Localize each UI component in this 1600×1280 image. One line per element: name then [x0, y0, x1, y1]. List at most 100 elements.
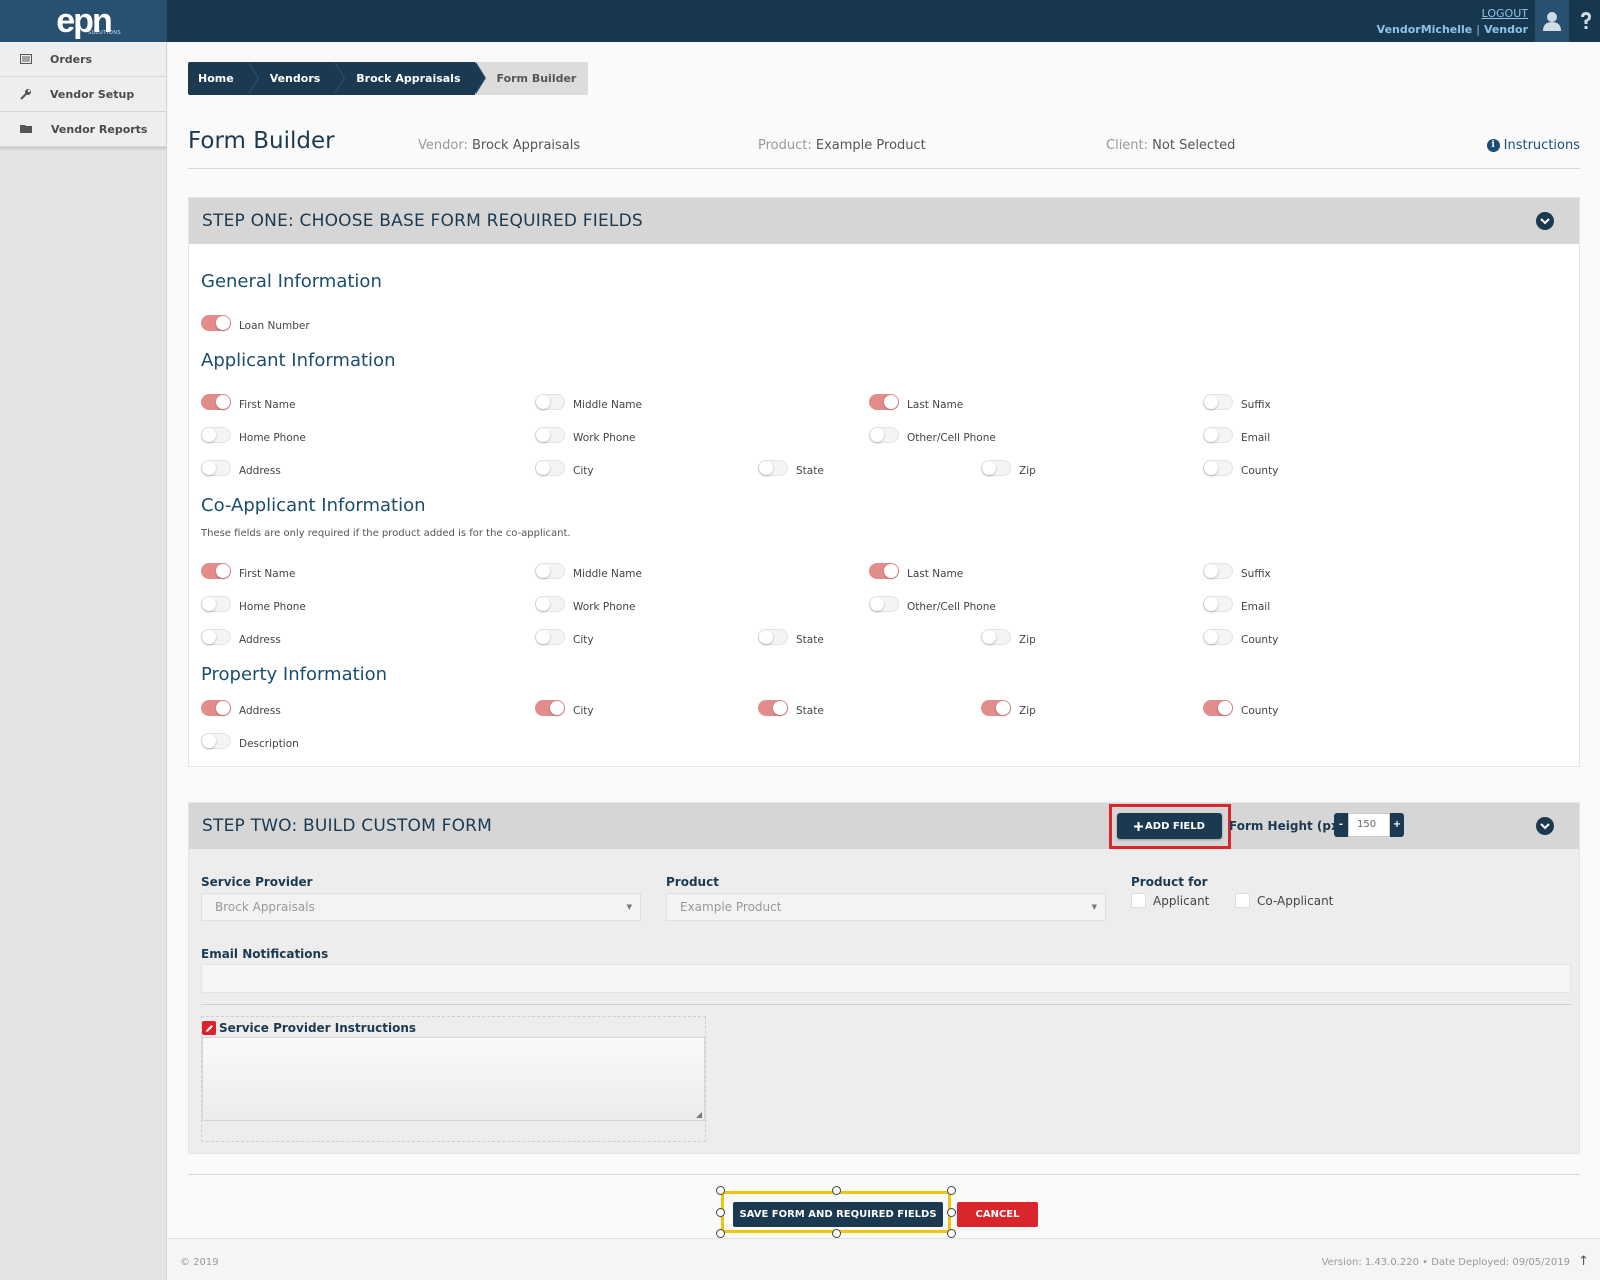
help-button[interactable]: [1571, 0, 1600, 42]
toggle-first-name[interactable]: First Name: [201, 562, 295, 580]
toggle-state[interactable]: State: [758, 628, 824, 646]
toggle-work-phone[interactable]: Work Phone: [535, 595, 635, 613]
email-notifications-input[interactable]: [201, 964, 1571, 993]
toggle-switch[interactable]: [201, 629, 231, 645]
toggle-work-phone[interactable]: Work Phone: [535, 426, 635, 444]
service-provider-select[interactable]: Brock Appraisals ▼: [201, 893, 641, 921]
toggle-middle-name[interactable]: Middle Name: [535, 562, 642, 580]
chevron-down-icon[interactable]: [1536, 212, 1554, 230]
toggle-city[interactable]: City: [535, 628, 594, 646]
form-height-decrease-button[interactable]: -: [1334, 813, 1348, 837]
toggle-suffix[interactable]: Suffix: [1203, 562, 1271, 580]
toggle-home-phone[interactable]: Home Phone: [201, 426, 306, 444]
toggle-state[interactable]: State: [758, 699, 824, 717]
toggle-switch[interactable]: [535, 629, 565, 645]
toggle-switch[interactable]: [535, 460, 565, 476]
toggle-last-name[interactable]: Last Name: [869, 562, 963, 580]
toggle-switch[interactable]: [981, 460, 1011, 476]
orders-icon: [20, 54, 32, 64]
toggle-switch[interactable]: [1203, 629, 1233, 645]
toggle-switch[interactable]: [869, 563, 899, 579]
toggle-loan-number[interactable]: Loan Number: [201, 314, 310, 332]
toggle-address[interactable]: Address: [201, 699, 281, 717]
toggle-switch[interactable]: [869, 427, 899, 443]
toggle-switch[interactable]: [758, 460, 788, 476]
toggle-zip[interactable]: Zip: [981, 628, 1036, 646]
cancel-button[interactable]: CANCEL: [957, 1202, 1038, 1227]
user-info: LOGOUT VendorMichelle | Vendor: [1377, 6, 1528, 38]
toggle-switch[interactable]: [201, 563, 231, 579]
chevron-down-icon[interactable]: [1536, 817, 1554, 835]
resize-grip-icon[interactable]: [696, 1112, 702, 1118]
sidebar-item-orders[interactable]: Orders: [0, 42, 166, 77]
toggle-middle-name[interactable]: Middle Name: [535, 393, 642, 411]
toggle-switch[interactable]: [981, 700, 1011, 716]
toggle-county[interactable]: County: [1203, 699, 1278, 717]
toggle-last-name[interactable]: Last Name: [869, 393, 963, 411]
product-for-coapplicant[interactable]: Co-Applicant: [1235, 893, 1333, 908]
user-profile-button[interactable]: [1535, 0, 1569, 42]
breadcrumb-brock-appraisals[interactable]: Brock Appraisals: [334, 62, 486, 95]
product-for-applicant[interactable]: Applicant: [1131, 893, 1209, 908]
toggle-switch[interactable]: [1203, 700, 1233, 716]
toggle-switch[interactable]: [201, 596, 231, 612]
save-form-button[interactable]: SAVE FORM AND REQUIRED FIELDS: [733, 1202, 943, 1227]
toggle-switch[interactable]: [1203, 596, 1233, 612]
toggle-switch[interactable]: [1203, 394, 1233, 410]
selection-handle: [947, 1186, 956, 1195]
toggle-suffix[interactable]: Suffix: [1203, 393, 1271, 411]
instructions-link[interactable]: i Instructions: [1486, 138, 1580, 153]
toggle-switch[interactable]: [535, 596, 565, 612]
toggle-switch[interactable]: [535, 563, 565, 579]
toggle-switch[interactable]: [869, 394, 899, 410]
toggle-home-phone[interactable]: Home Phone: [201, 595, 306, 613]
step-one-header[interactable]: STEP ONE: CHOOSE BASE FORM REQUIRED FIEL…: [189, 198, 1579, 244]
toggle-switch[interactable]: [201, 733, 231, 749]
toggle-switch[interactable]: [201, 315, 231, 331]
sidebar-item-vendor-setup[interactable]: Vendor Setup: [0, 77, 166, 112]
toggle-description[interactable]: Description: [201, 732, 299, 750]
breadcrumb-vendors[interactable]: Vendors: [247, 62, 345, 95]
service-provider-instructions-textarea[interactable]: [202, 1037, 705, 1121]
form-height-increase-button[interactable]: +: [1390, 813, 1404, 837]
toggle-state[interactable]: State: [758, 459, 824, 477]
toggle-switch[interactable]: [201, 394, 231, 410]
form-height-input[interactable]: 150: [1348, 813, 1390, 837]
toggle-zip[interactable]: Zip: [981, 699, 1036, 717]
toggle-first-name[interactable]: First Name: [201, 393, 295, 411]
toggle-switch[interactable]: [535, 427, 565, 443]
toggle-address[interactable]: Address: [201, 459, 281, 477]
pencil-icon[interactable]: [202, 1021, 216, 1035]
toggle-other-cell-phone[interactable]: Other/Cell Phone: [869, 426, 996, 444]
toggle-switch[interactable]: [201, 460, 231, 476]
toggle-county[interactable]: County: [1203, 459, 1278, 477]
toggle-switch[interactable]: [535, 394, 565, 410]
toggle-switch[interactable]: [1203, 460, 1233, 476]
toggle-zip[interactable]: Zip: [981, 459, 1036, 477]
toggle-switch[interactable]: [535, 700, 565, 716]
toggle-switch[interactable]: [1203, 563, 1233, 579]
scroll-top-icon[interactable]: ↑: [1578, 1254, 1589, 1269]
toggle-city[interactable]: City: [535, 699, 594, 717]
logo[interactable]: epn SOLUTIONS: [0, 0, 167, 42]
product-select[interactable]: Example Product ▼: [666, 893, 1106, 921]
toggle-switch[interactable]: [758, 700, 788, 716]
coapplicant-checkbox[interactable]: [1235, 893, 1250, 908]
add-field-button[interactable]: ADD FIELD: [1117, 813, 1222, 839]
toggle-switch[interactable]: [201, 700, 231, 716]
toggle-switch[interactable]: [758, 629, 788, 645]
toggle-county[interactable]: County: [1203, 628, 1278, 646]
toggle-address[interactable]: Address: [201, 628, 281, 646]
sidebar-item-vendor-reports[interactable]: Vendor Reports: [0, 112, 166, 147]
breadcrumb-home[interactable]: Home: [188, 62, 259, 95]
toggle-switch[interactable]: [981, 629, 1011, 645]
toggle-city[interactable]: City: [535, 459, 594, 477]
logout-link[interactable]: LOGOUT: [1377, 6, 1528, 22]
toggle-switch[interactable]: [201, 427, 231, 443]
toggle-email[interactable]: Email: [1203, 426, 1270, 444]
toggle-switch[interactable]: [869, 596, 899, 612]
applicant-checkbox[interactable]: [1131, 893, 1146, 908]
toggle-switch[interactable]: [1203, 427, 1233, 443]
toggle-other-cell-phone[interactable]: Other/Cell Phone: [869, 595, 996, 613]
toggle-email[interactable]: Email: [1203, 595, 1270, 613]
